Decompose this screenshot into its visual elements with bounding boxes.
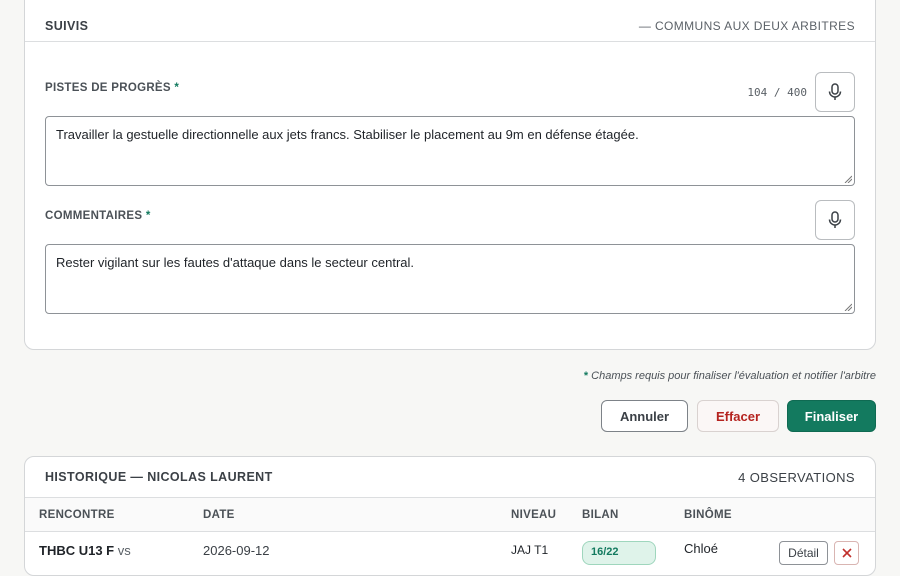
resize-handle-icon[interactable] (844, 303, 852, 311)
column-header-niveau[interactable]: NIVEAU (511, 509, 556, 521)
finalize-button[interactable]: Finaliser (787, 400, 876, 432)
commentaires-textarea[interactable]: Rester vigilant sur les fautes d'attaque… (45, 244, 855, 314)
date-cell: 2026-09-12 (203, 543, 270, 558)
pistes-textarea-value: Travailler la gestuelle directionnelle a… (56, 127, 639, 142)
commentaires-textarea-value: Rester vigilant sur les fautes d'attaque… (56, 255, 415, 270)
pistes-label: PISTES DE PROGRÈS * (45, 82, 179, 94)
commentaires-dictation-button[interactable] (815, 200, 855, 240)
column-header-date[interactable]: DATE (203, 509, 235, 521)
commentaires-required-mark: * (145, 210, 151, 222)
column-header-bilan[interactable]: BILAN (582, 509, 619, 521)
suivis-card: SUIVIS — COMMUNS AUX DEUX ARBITRES PISTE… (24, 0, 876, 350)
match-vs: vs (117, 543, 131, 558)
history-title: HISTORIQUE — NICOLAS LAURENT (45, 470, 273, 484)
history-table-header: RENCONTRE DATE NIVEAU BILAN BINÔME (25, 498, 875, 532)
suivis-header: SUIVIS — COMMUNS AUX DEUX ARBITRES (25, 0, 875, 42)
score-badge: 16/22 (582, 541, 656, 565)
match-cell: THBC U13 F vs (39, 543, 131, 558)
match-team: THBC U13 F (39, 543, 115, 558)
delete-row-button[interactable] (834, 541, 859, 565)
table-row: THBC U13 F vs 2026-09-12 JAJ T1 16/22 Ch… (25, 533, 875, 573)
history-header: HISTORIQUE — NICOLAS LAURENT 4 OBSERVATI… (25, 457, 875, 498)
required-fields-note: * Champs requis pour finaliser l'évaluat… (584, 370, 876, 382)
pistes-required-mark: * (174, 82, 180, 94)
pistes-label-text: PISTES DE PROGRÈS (45, 82, 171, 94)
close-icon (841, 548, 852, 558)
resize-handle-icon[interactable] (844, 175, 852, 183)
pistes-char-counter: 104 / 400 (747, 86, 807, 99)
clear-button[interactable]: Effacer (697, 400, 779, 432)
history-card: HISTORIQUE — NICOLAS LAURENT 4 OBSERVATI… (24, 456, 876, 576)
microphone-icon (828, 83, 842, 100)
pistes-dictation-button[interactable] (815, 72, 855, 112)
partner-cell: Chloé (684, 541, 718, 556)
cancel-button[interactable]: Annuler (601, 400, 688, 432)
column-header-binome[interactable]: BINÔME (684, 509, 732, 521)
level-cell: JAJ T1 (511, 543, 549, 557)
required-note-text: Champs requis pour finaliser l'évaluatio… (588, 370, 876, 382)
commentaires-label: COMMENTAIRES * (45, 210, 151, 222)
column-header-rencontre[interactable]: RENCONTRE (39, 509, 115, 521)
suivis-title: SUIVIS (45, 19, 89, 33)
detail-button[interactable]: Détail (779, 541, 828, 565)
commentaires-label-text: COMMENTAIRES (45, 210, 143, 222)
suivis-note: — COMMUNS AUX DEUX ARBITRES (638, 19, 855, 33)
microphone-icon (828, 211, 842, 228)
history-count: 4 OBSERVATIONS (738, 469, 855, 485)
pistes-textarea[interactable]: Travailler la gestuelle directionnelle a… (45, 116, 855, 186)
